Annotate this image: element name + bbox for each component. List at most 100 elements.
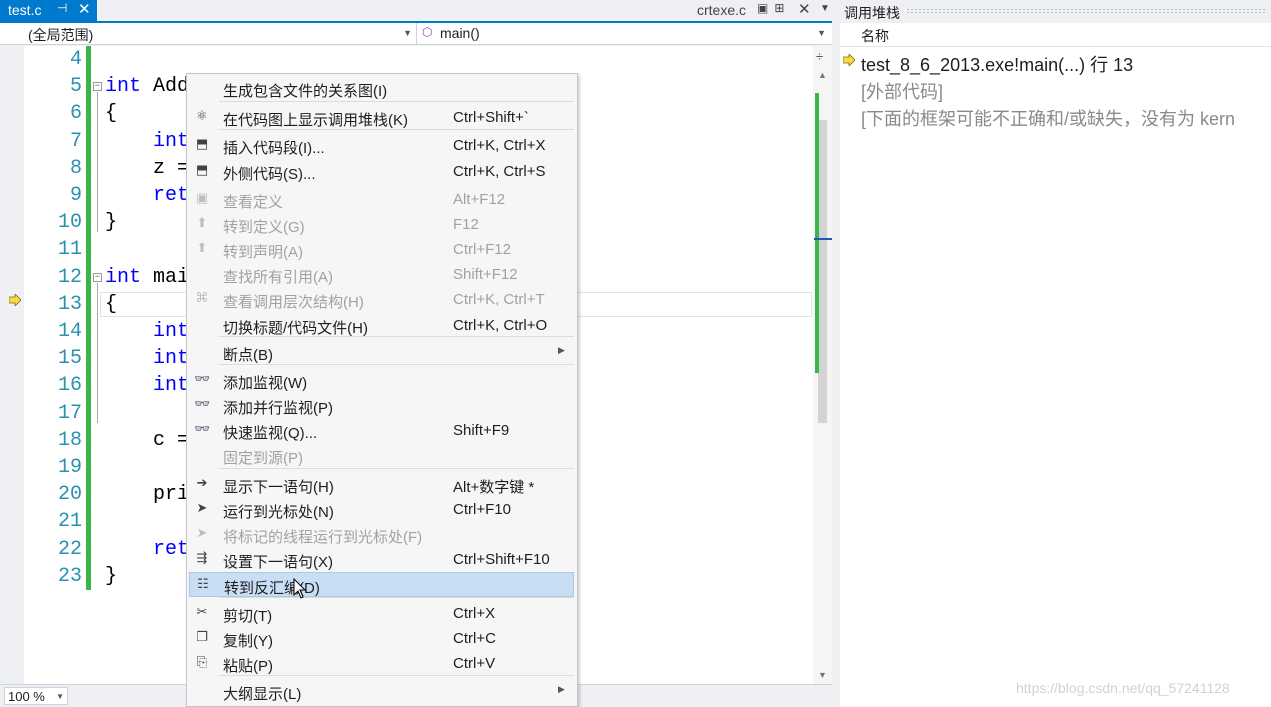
menu-item-label: 添加监视(W) xyxy=(223,375,308,392)
code-line[interactable]: int xyxy=(105,318,189,345)
line-number: 22 xyxy=(57,537,82,561)
collapse-icon[interactable]: − xyxy=(93,272,102,282)
line-number: 20 xyxy=(57,483,82,507)
code-line[interactable]: { xyxy=(105,291,117,318)
menu-item-shortcut: Ctrl+C xyxy=(453,630,496,647)
code-line[interactable]: ret xyxy=(105,182,189,209)
menu-item[interactable]: 生成包含文件的关系图(I) xyxy=(187,76,577,101)
code-line[interactable]: c = xyxy=(105,427,189,454)
copy-icon: ❐ xyxy=(196,629,208,644)
pin-icon[interactable]: ▣⊞ xyxy=(757,1,790,15)
tab-title: test.c xyxy=(8,2,42,18)
line-number: 7 xyxy=(69,129,82,153)
menu-item[interactable]: ⬒ 外侧代码(S)... Ctrl+K, Ctrl+S xyxy=(187,159,577,184)
menu-item-shortcut: Ctrl+K, Ctrl+O xyxy=(453,317,548,334)
context-menu: 生成包含文件的关系图(I) ⚛ 在代码图上显示调用堆栈(K) Ctrl+Shift+`… xyxy=(186,73,578,707)
code-line[interactable]: int xyxy=(105,128,189,155)
code-keyword: ret xyxy=(153,184,190,207)
menu-item[interactable]: ⇶ 设置下一语句(X) Ctrl+Shift+F10 xyxy=(187,547,577,572)
split-icon[interactable]: ÷ xyxy=(816,49,823,64)
blank-icon xyxy=(194,343,210,359)
blank-icon xyxy=(194,316,210,332)
chevron-down-icon[interactable]: ▼ xyxy=(820,3,830,14)
code-line[interactable]: } xyxy=(105,209,117,236)
menu-item[interactable]: ➤ 运行到光标处(N) Ctrl+F10 xyxy=(187,497,577,522)
menu-item-label: 剪切(T) xyxy=(223,608,273,625)
menu-item[interactable]: ➔ 显示下一语句(H) Alt+数字键 * xyxy=(187,472,577,497)
scissors-icon: ✂ xyxy=(196,604,208,619)
scrollbar-thumb[interactable] xyxy=(818,120,827,423)
menu-item-label: 快速监视(Q)... xyxy=(223,425,318,442)
call-stack-row[interactable]: [外部代码] xyxy=(861,78,943,104)
menu-item-shortcut: Ctrl+Shift+F10 xyxy=(453,551,550,568)
menu-item[interactable]: ⚛ 在代码图上显示调用堆栈(K) Ctrl+Shift+` xyxy=(187,105,577,130)
code-line[interactable]: int xyxy=(105,372,189,399)
line-number: 15 xyxy=(57,347,82,371)
code-line[interactable]: ret xyxy=(105,536,189,563)
call-stack-row[interactable]: [下面的框架可能不正确和/或缺失，没有为 kern xyxy=(861,105,1235,131)
code-line[interactable]: z = xyxy=(105,155,189,182)
code-line[interactable]: int xyxy=(105,345,189,372)
menu-item[interactable]: ☷ 转到反汇编(D) xyxy=(189,572,574,597)
panel-splitter[interactable] xyxy=(832,0,840,707)
menu-item[interactable]: 👓 快速监视(Q)... Shift+F9 xyxy=(187,418,577,443)
code-line[interactable]: int mai xyxy=(105,264,189,291)
menu-item-shortcut: Alt+F12 xyxy=(453,191,506,208)
panel-grip[interactable] xyxy=(906,8,1266,14)
zoom-dropdown[interactable]: 100 % ▼ xyxy=(4,687,68,705)
code-keyword: int xyxy=(105,75,142,99)
call-stack-row[interactable]: test_8_6_2013.exe!main(...) 行 13 xyxy=(861,51,1133,77)
menu-item-label: 查看定义 xyxy=(223,194,284,211)
code-text: mai xyxy=(141,265,190,289)
menu-item-shortcut: Ctrl+K, Ctrl+S xyxy=(453,163,546,180)
menu-item[interactable]: ⬒ 插入代码段(I)... Ctrl+K, Ctrl+X xyxy=(187,133,577,158)
call-stack-header: 调用堆栈 xyxy=(840,0,1271,23)
code-line[interactable]: { xyxy=(105,100,117,127)
document-tab-strip: test.c ⊣ ✕ crtexe.c ▣⊞ ✕ ▼ xyxy=(0,0,838,21)
scope-dropdown[interactable]: (全局范围) ▼ xyxy=(4,23,417,44)
menu-separator xyxy=(219,101,574,102)
menu-item[interactable]: 断点(B) ▶ xyxy=(187,340,577,365)
current-statement-arrow-icon xyxy=(9,294,21,306)
call-stack-panel: 调用堆栈 名称 test_8_6_2013.exe!main(...) 行 13… xyxy=(840,0,1271,707)
code-line[interactable]: int Add xyxy=(105,73,189,100)
menu-item[interactable]: 👓 添加监视(W) xyxy=(187,368,577,393)
close-icon[interactable]: ✕ xyxy=(78,0,91,18)
menu-item: 查找所有引用(A) Shift+F12 xyxy=(187,262,577,287)
menu-item: ➤ 将标记的线程运行到光标处(F) xyxy=(187,522,577,547)
line-number: 12 xyxy=(57,265,82,289)
member-value: main() xyxy=(440,25,480,41)
chevron-down-icon: ▼ xyxy=(56,692,64,701)
menu-item[interactable]: 大纲显示(L) ▶ xyxy=(187,679,577,704)
watermark: https://blog.csdn.net/qq_57241128 xyxy=(1016,680,1230,696)
menu-item-label: 切换标题/代码文件(H) xyxy=(223,320,368,337)
code-line[interactable]: } xyxy=(105,563,117,590)
menu-item[interactable]: ❐ 复制(Y) Ctrl+C xyxy=(187,626,577,651)
code-keyword: ret xyxy=(153,537,190,561)
menu-item-label: 显示下一语句(H) xyxy=(223,479,334,496)
tab-test-c[interactable]: test.c ⊣ ✕ xyxy=(0,0,97,21)
menu-item[interactable]: 切换标题/代码文件(H) Ctrl+K, Ctrl+O xyxy=(187,313,577,338)
call-stack-title: 调用堆栈 xyxy=(844,5,900,21)
member-dropdown[interactable]: ⬡ main() ▼ xyxy=(418,23,830,44)
glyph-margin[interactable] xyxy=(0,46,24,684)
column-header-name[interactable]: 名称 xyxy=(840,23,1271,47)
peek-icon: ▣ xyxy=(195,190,209,205)
pin-icon[interactable]: ⊣ xyxy=(57,1,67,15)
menu-item[interactable]: ⎘ 粘贴(P) Ctrl+V xyxy=(187,651,577,676)
code-keyword: int xyxy=(153,374,190,398)
glasses-icon: 👓 xyxy=(194,396,211,411)
line-number: 13 xyxy=(57,292,82,316)
menu-item[interactable]: 👓 添加并行监视(P) xyxy=(187,393,577,418)
scroll-down-icon[interactable]: ▼ xyxy=(818,670,827,680)
menu-item[interactable]: ✂ 剪切(T) Ctrl+X xyxy=(187,601,577,626)
blank-icon xyxy=(194,265,210,281)
code-line[interactable]: pri xyxy=(105,481,189,508)
scroll-up-icon[interactable]: ▲ xyxy=(818,70,827,80)
menu-item-label: 查找所有引用(A) xyxy=(223,269,333,286)
tab-crtexe-c[interactable]: crtexe.c xyxy=(697,2,746,18)
close-icon[interactable]: ✕ xyxy=(798,0,811,18)
menu-item-shortcut: Ctrl+F10 xyxy=(453,501,511,518)
line-number: 21 xyxy=(57,510,82,534)
collapse-icon[interactable]: − xyxy=(93,82,102,92)
